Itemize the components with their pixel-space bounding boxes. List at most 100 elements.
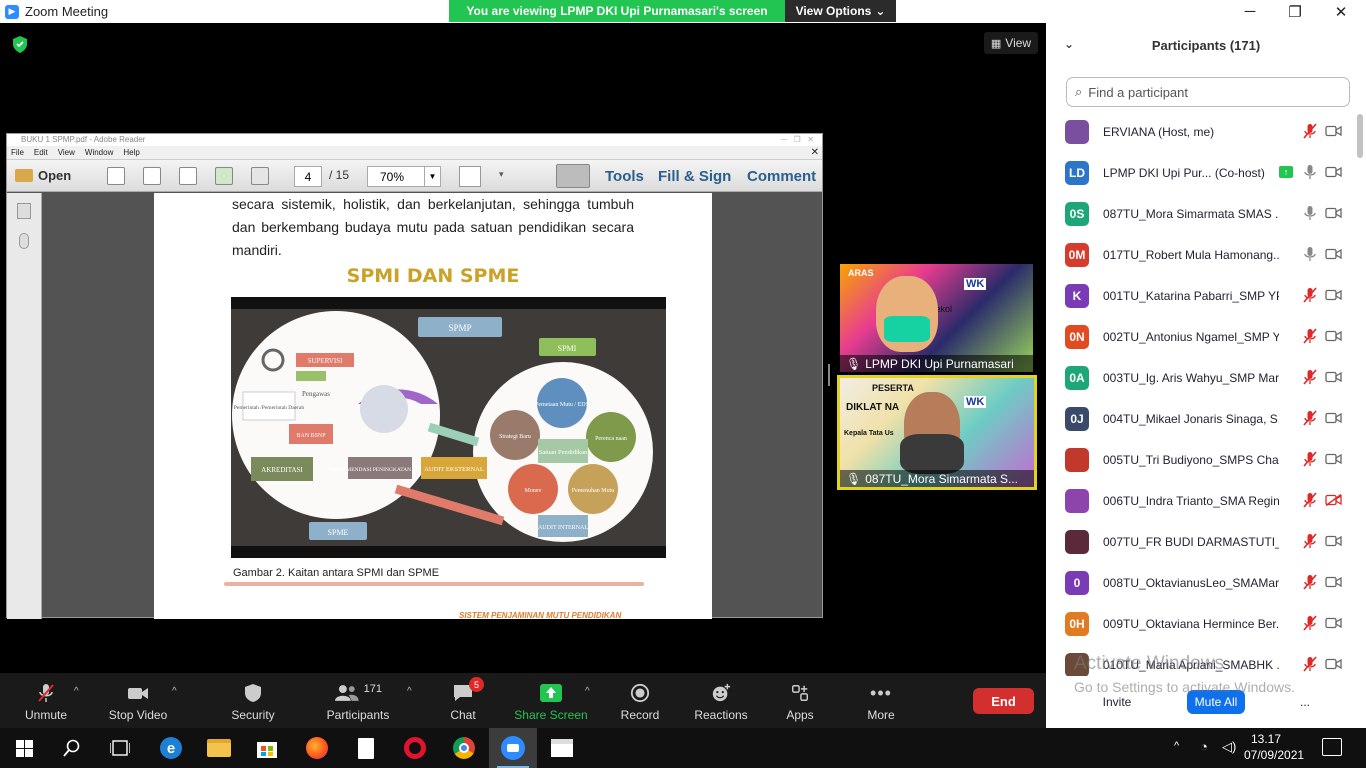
- participants-options-caret[interactable]: ^: [407, 686, 412, 697]
- participant-row[interactable]: LD LPMP DKI Upi Pur... (Co-host) ↑: [1046, 152, 1354, 193]
- view-options-button[interactable]: View Options ⌄: [785, 0, 896, 22]
- document-app-icon[interactable]: [342, 728, 390, 768]
- share-options-caret[interactable]: ^: [585, 686, 590, 697]
- participant-row[interactable]: 0J 004TU_Mikael Jonaris Sinaga, S...: [1046, 398, 1354, 439]
- camera-icon[interactable]: [1325, 330, 1342, 342]
- hand-tool-icon[interactable]: [556, 164, 590, 188]
- camera-icon[interactable]: [1325, 576, 1342, 588]
- mic-icon[interactable]: [1302, 205, 1318, 221]
- export-pdf-icon[interactable]: [143, 166, 162, 185]
- mic-icon[interactable]: [1302, 164, 1318, 180]
- participant-row[interactable]: 0A 003TU_Ig. Aris Wahyu_SMP Mari...: [1046, 357, 1354, 398]
- participants-button[interactable]: 171 Participants: [324, 673, 392, 728]
- view-button[interactable]: ▦ View: [984, 32, 1038, 54]
- encryption-shield-icon[interactable]: [12, 36, 28, 53]
- mic-muted-icon[interactable]: [1302, 328, 1318, 344]
- restore-button[interactable]: ❐: [1272, 0, 1318, 23]
- apps-button[interactable]: Apps: [782, 673, 818, 728]
- tools-link[interactable]: Tools: [605, 168, 644, 185]
- camera-icon[interactable]: [1325, 248, 1342, 260]
- menu-help[interactable]: Help: [123, 148, 139, 157]
- search-icon[interactable]: [48, 728, 96, 768]
- more-options-button[interactable]: ...: [1293, 690, 1317, 714]
- camera-icon[interactable]: [1325, 207, 1342, 219]
- menu-file[interactable]: File: [11, 148, 24, 157]
- more-button[interactable]: ••• More: [862, 673, 900, 728]
- mic-icon[interactable]: [1302, 246, 1318, 262]
- mic-muted-icon[interactable]: [1302, 123, 1318, 139]
- notification-center-icon[interactable]: [1322, 738, 1342, 756]
- toolbar-overflow-icon[interactable]: ▾: [499, 169, 504, 180]
- mic-muted-icon[interactable]: [1302, 410, 1318, 426]
- camera-icon[interactable]: [1325, 412, 1342, 424]
- microsoft-store-icon[interactable]: [243, 728, 291, 768]
- show-hidden-icons-chevron[interactable]: ^: [1174, 740, 1179, 752]
- camera-icon[interactable]: [1325, 617, 1342, 629]
- fill-sign-link[interactable]: Fill & Sign: [658, 168, 731, 185]
- file-explorer-icon[interactable]: [195, 728, 243, 768]
- participant-row[interactable]: K 001TU_Katarina Pabarri_SMP YP...: [1046, 275, 1354, 316]
- create-pdf-icon[interactable]: [107, 166, 126, 185]
- chrome-icon[interactable]: [440, 728, 488, 768]
- chat-button[interactable]: 5 Chat: [445, 673, 484, 728]
- participant-row[interactable]: 0S 087TU_Mora Simarmata SMAS ...: [1046, 193, 1354, 234]
- camera-icon[interactable]: [1325, 289, 1342, 301]
- mic-muted-icon[interactable]: [1302, 451, 1318, 467]
- camera-icon[interactable]: [1325, 658, 1342, 670]
- camera-icon[interactable]: [1325, 371, 1342, 383]
- participant-row[interactable]: 005TU_Tri Budiyono_SMPS Chari...: [1046, 439, 1354, 480]
- participant-list-scrollbar[interactable]: [1356, 111, 1364, 676]
- wifi-icon[interactable]: ◔: [1200, 739, 1208, 754]
- volume-icon[interactable]: ◁): [1222, 739, 1236, 755]
- end-meeting-button[interactable]: End: [973, 688, 1034, 714]
- participant-row[interactable]: 006TU_Indra Trianto_SMA Regin...: [1046, 480, 1354, 521]
- firefox-icon[interactable]: [293, 728, 341, 768]
- mic-muted-icon[interactable]: [1302, 369, 1318, 385]
- edit-pdf-icon[interactable]: [179, 166, 198, 185]
- audio-options-caret[interactable]: ^: [74, 686, 79, 697]
- clapperboard-app-icon[interactable]: [538, 728, 586, 768]
- edge-browser-icon[interactable]: e: [147, 728, 195, 768]
- collapse-chevron-icon[interactable]: ⌄: [1064, 37, 1074, 51]
- minimize-button[interactable]: ─: [1227, 0, 1273, 23]
- fit-page-icon[interactable]: [459, 166, 481, 187]
- participant-row[interactable]: 0M 017TU_Robert Mula Hamonang...: [1046, 234, 1354, 275]
- attachment-icon[interactable]: [19, 233, 29, 249]
- share-screen-button[interactable]: Share Screen: [514, 673, 588, 728]
- menu-edit[interactable]: Edit: [34, 148, 48, 157]
- mic-muted-icon[interactable]: [1302, 574, 1318, 590]
- video-tile-participant[interactable]: PESERTA DIKLAT NA Kepala Tata Us WK 🎙 08…: [837, 375, 1037, 490]
- scrollbar-thumb[interactable]: [1357, 114, 1363, 158]
- camera-off-icon[interactable]: [1325, 494, 1342, 506]
- participant-search-input[interactable]: ⌕ Find a participant: [1066, 77, 1350, 107]
- mic-muted-icon[interactable]: [1302, 287, 1318, 303]
- camera-icon[interactable]: [1325, 125, 1342, 137]
- mic-muted-icon[interactable]: [1302, 533, 1318, 549]
- mic-muted-icon[interactable]: [1302, 615, 1318, 631]
- participant-row[interactable]: 0 008TU_OktavianusLeo_SMAMar...: [1046, 562, 1354, 603]
- open-button[interactable]: Open: [15, 168, 71, 183]
- upload-cloud-icon[interactable]: [215, 166, 234, 185]
- close-document-icon[interactable]: ✕: [811, 147, 819, 158]
- reactions-button[interactable]: Reactions: [692, 673, 750, 728]
- participant-row[interactable]: 0H 009TU_Oktaviana Hermince Ber...: [1046, 603, 1354, 644]
- mic-muted-icon[interactable]: [1302, 656, 1318, 672]
- unmute-button[interactable]: Unmute: [20, 673, 72, 728]
- comment-link[interactable]: Comment: [747, 168, 816, 185]
- pages-panel-icon[interactable]: [17, 203, 31, 219]
- camera-icon[interactable]: [1325, 166, 1342, 178]
- security-button[interactable]: Security: [229, 673, 277, 728]
- page-number-input[interactable]: 4: [294, 166, 322, 187]
- participant-row[interactable]: ERVIANA (Host, me): [1046, 111, 1354, 152]
- participant-row[interactable]: 0N 002TU_Antonius Ngamel_SMP Y...: [1046, 316, 1354, 357]
- video-options-caret[interactable]: ^: [172, 686, 177, 697]
- camera-icon[interactable]: [1325, 453, 1342, 465]
- opera-icon[interactable]: [391, 728, 439, 768]
- close-button[interactable]: ✕: [1318, 0, 1364, 23]
- windows-start-icon[interactable]: [0, 728, 48, 768]
- clock[interactable]: 13.17 07/09/2021: [1244, 731, 1304, 763]
- camera-icon[interactable]: [1325, 535, 1342, 547]
- zoom-select[interactable]: 70% ▼: [367, 166, 441, 187]
- save-icon[interactable]: [251, 166, 270, 185]
- splitter-handle[interactable]: [828, 364, 830, 386]
